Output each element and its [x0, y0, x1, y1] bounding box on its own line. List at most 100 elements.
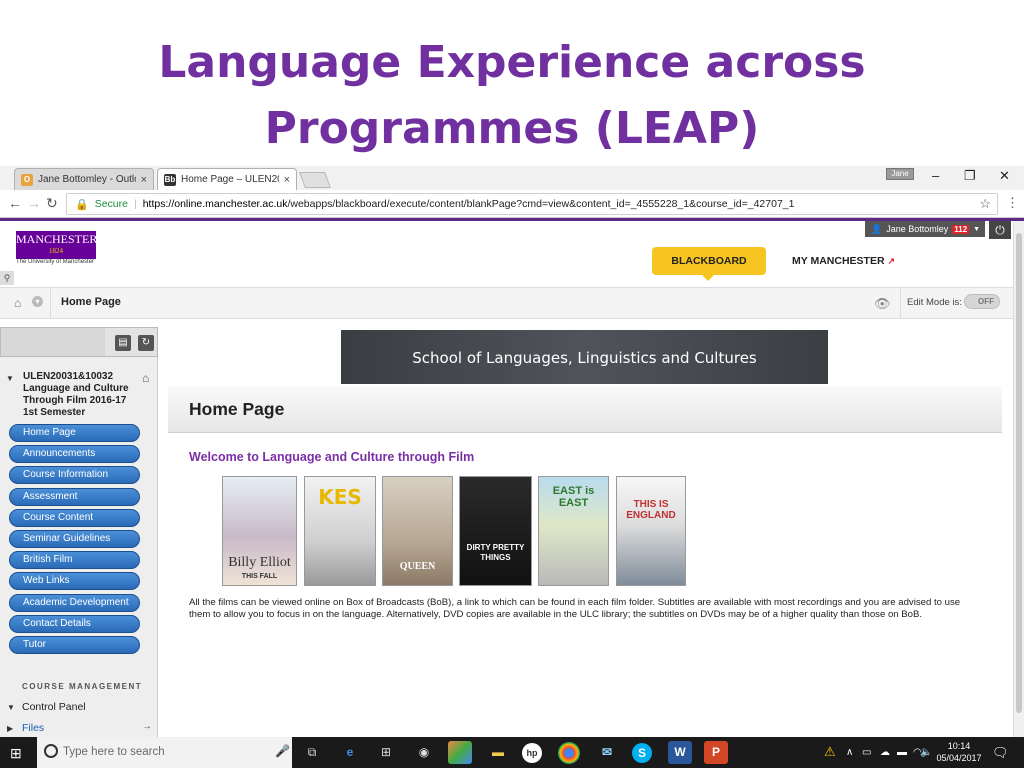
arrow-right-icon[interactable]: →: [142, 721, 152, 732]
menu-item-home-page[interactable]: Home Page: [9, 424, 140, 442]
close-icon[interactable]: ×: [141, 174, 147, 186]
restore-button[interactable]: ❐: [964, 169, 976, 182]
poster-billy-elliot: Billy Elliot THIS FALL: [222, 476, 297, 586]
files-link[interactable]: Files: [22, 722, 44, 734]
collapse-caret-icon[interactable]: ▼: [7, 703, 15, 712]
outlook-icon: O: [21, 173, 33, 186]
chevron-down-icon[interactable]: ▾: [32, 296, 43, 307]
windows-start-icon[interactable]: ⊞: [10, 745, 22, 762]
media-app-icon[interactable]: [448, 741, 472, 764]
browser-menu-icon[interactable]: ⋮: [1006, 196, 1019, 210]
breadcrumb: ⌂ ▾ Home Page 👁 Edit Mode is: OFF: [0, 287, 1013, 319]
reload-icon[interactable]: ↻: [46, 195, 58, 211]
edge-icon[interactable]: e: [338, 741, 362, 764]
powerpoint-icon[interactable]: P: [704, 741, 728, 764]
skype-icon[interactable]: S: [632, 743, 652, 763]
menu-item-tutor[interactable]: Tutor: [9, 635, 140, 654]
lock-icon: 🔒: [75, 198, 89, 211]
window-close-button[interactable]: ✕: [999, 169, 1010, 182]
collapse-caret-icon[interactable]: ▼: [6, 374, 14, 383]
sidebar-toolbar-blank: [1, 328, 105, 356]
slide-title-line2: Programmes (LEAP): [264, 103, 760, 154]
file-explorer-icon[interactable]: ▬: [486, 741, 510, 764]
browser-tabstrip: O Jane Bottomley - Outloo × Bb Home Page…: [0, 166, 1024, 190]
divider: |: [133, 198, 137, 210]
new-tab-button[interactable]: [299, 172, 331, 188]
bookmark-star-icon[interactable]: ☆: [979, 196, 991, 212]
user-name: Jane Bottomley: [886, 224, 949, 234]
sidebar-toolbar: ▤ ↻: [0, 327, 158, 357]
quick-links-icon[interactable]: ⚲: [0, 271, 14, 285]
menu-item-seminar-guidelines[interactable]: Seminar Guidelines: [9, 529, 140, 548]
notification-badge: 112: [952, 224, 970, 234]
battery-icon[interactable]: ▭: [862, 747, 871, 758]
page-scrollbar[interactable]: [1013, 221, 1024, 737]
email-app-icon[interactable]: ✉: [595, 741, 619, 764]
menu-item-web-links[interactable]: Web Links: [9, 572, 140, 591]
task-view-icon[interactable]: ⧉: [300, 741, 324, 764]
refresh-icon[interactable]: ↻: [138, 335, 154, 351]
back-arrow-icon[interactable]: ←: [8, 195, 22, 211]
menu-item-contact-details[interactable]: Contact Details: [9, 614, 140, 633]
control-panel-label[interactable]: Control Panel: [22, 701, 86, 713]
word-icon[interactable]: W: [668, 741, 692, 764]
address-bar[interactable]: 🔒 Secure | https://online.manchester.ac.…: [66, 193, 998, 215]
poster-this-is-england: THIS IS ENGLAND: [616, 476, 686, 586]
menu-item-academic-development[interactable]: Academic Development: [9, 593, 140, 612]
menu-item-british-film[interactable]: British Film: [9, 551, 140, 570]
course-title[interactable]: ULEN20031&10032 Language and Culture Thr…: [23, 371, 143, 419]
poster-east-is-east: EAST is EAST: [538, 476, 609, 586]
tab-label: Home Page – ULEN2003: [181, 174, 279, 185]
url-host: https://online.manchester.ac.uk: [142, 198, 288, 210]
breadcrumb-current[interactable]: Home Page: [61, 296, 121, 308]
course-home-icon[interactable]: ⌂: [142, 371, 149, 385]
onedrive-cloud-icon[interactable]: ☁: [880, 747, 890, 758]
secure-label: Secure: [94, 198, 128, 210]
volume-icon[interactable]: 🔈: [920, 747, 932, 758]
store-icon[interactable]: ⊞: [374, 741, 398, 764]
url-path: /webapps/blackboard/execute/content/blan…: [287, 198, 795, 210]
warning-icon[interactable]: ⚠: [824, 744, 836, 760]
chevron-down-icon: ▼: [973, 225, 981, 233]
course-management-heading: COURSE MANAGEMENT: [22, 682, 143, 691]
chrome-icon[interactable]: [558, 742, 580, 764]
tab-blackboard[interactable]: BLACKBOARD: [652, 247, 766, 281]
forward-arrow-icon[interactable]: →: [27, 195, 41, 211]
browser-tab-blackboard[interactable]: Bb Home Page – ULEN2003 ×: [157, 168, 297, 190]
expand-caret-icon[interactable]: ▶: [7, 724, 13, 733]
student-preview-eye-icon[interactable]: 👁: [874, 296, 891, 312]
tab-my-manchester[interactable]: MY MANCHESTER ↗: [792, 247, 895, 275]
logout-power-icon[interactable]: ⏻: [989, 221, 1011, 239]
menu-item-announcements[interactable]: Announcements: [9, 445, 140, 464]
microphone-icon[interactable]: 🎤: [275, 744, 290, 758]
chevron-up-icon[interactable]: ∧: [846, 747, 853, 758]
poster-tag: THIS FALL: [241, 573, 278, 580]
menu-item-course-information[interactable]: Course Information: [9, 466, 140, 485]
hp-icon[interactable]: hp: [522, 743, 542, 763]
external-link-icon: ↗: [887, 256, 896, 266]
camera-icon[interactable]: ◉: [412, 741, 436, 764]
folder-view-icon[interactable]: ▤: [115, 335, 131, 351]
course-menu: Home Page Announcements Course Informati…: [9, 424, 141, 657]
taskbar-clock[interactable]: 10:14 05/04/2017: [932, 740, 986, 764]
films-description: All the films can be viewed online on Bo…: [189, 597, 961, 620]
minimize-button[interactable]: –: [932, 169, 939, 182]
menu-item-course-content[interactable]: Course Content: [9, 508, 140, 527]
page-header: Home Page: [168, 386, 1002, 433]
home-icon[interactable]: ⌂: [14, 296, 21, 310]
notifications-icon[interactable]: 🗨: [992, 745, 1009, 761]
user-menu[interactable]: 👤 Jane Bottomley 112 ▼: [865, 221, 985, 237]
url-text: https://online.manchester.ac.uk/webapps/…: [143, 198, 795, 210]
divider: [900, 288, 901, 318]
close-icon[interactable]: ×: [284, 174, 290, 186]
logo-year: 1824: [49, 247, 63, 255]
taskbar-search-box[interactable]: Type here to search 🎤: [37, 737, 292, 768]
edit-mode-toggle[interactable]: OFF: [964, 294, 1000, 309]
university-logo[interactable]: MANCHESTER 1824: [16, 231, 97, 259]
monitor-icon[interactable]: ▬: [897, 747, 907, 758]
browser-tab-outlook[interactable]: O Jane Bottomley - Outloo ×: [14, 168, 154, 190]
course-menu-sidebar: ▤ ↻ ▼ ULEN20031&10032 Language and Cultu…: [0, 327, 158, 737]
profile-chip[interactable]: Jane: [886, 168, 914, 180]
scrollbar-thumb[interactable]: [1016, 233, 1022, 713]
menu-item-assessment[interactable]: Assessment: [9, 487, 140, 506]
